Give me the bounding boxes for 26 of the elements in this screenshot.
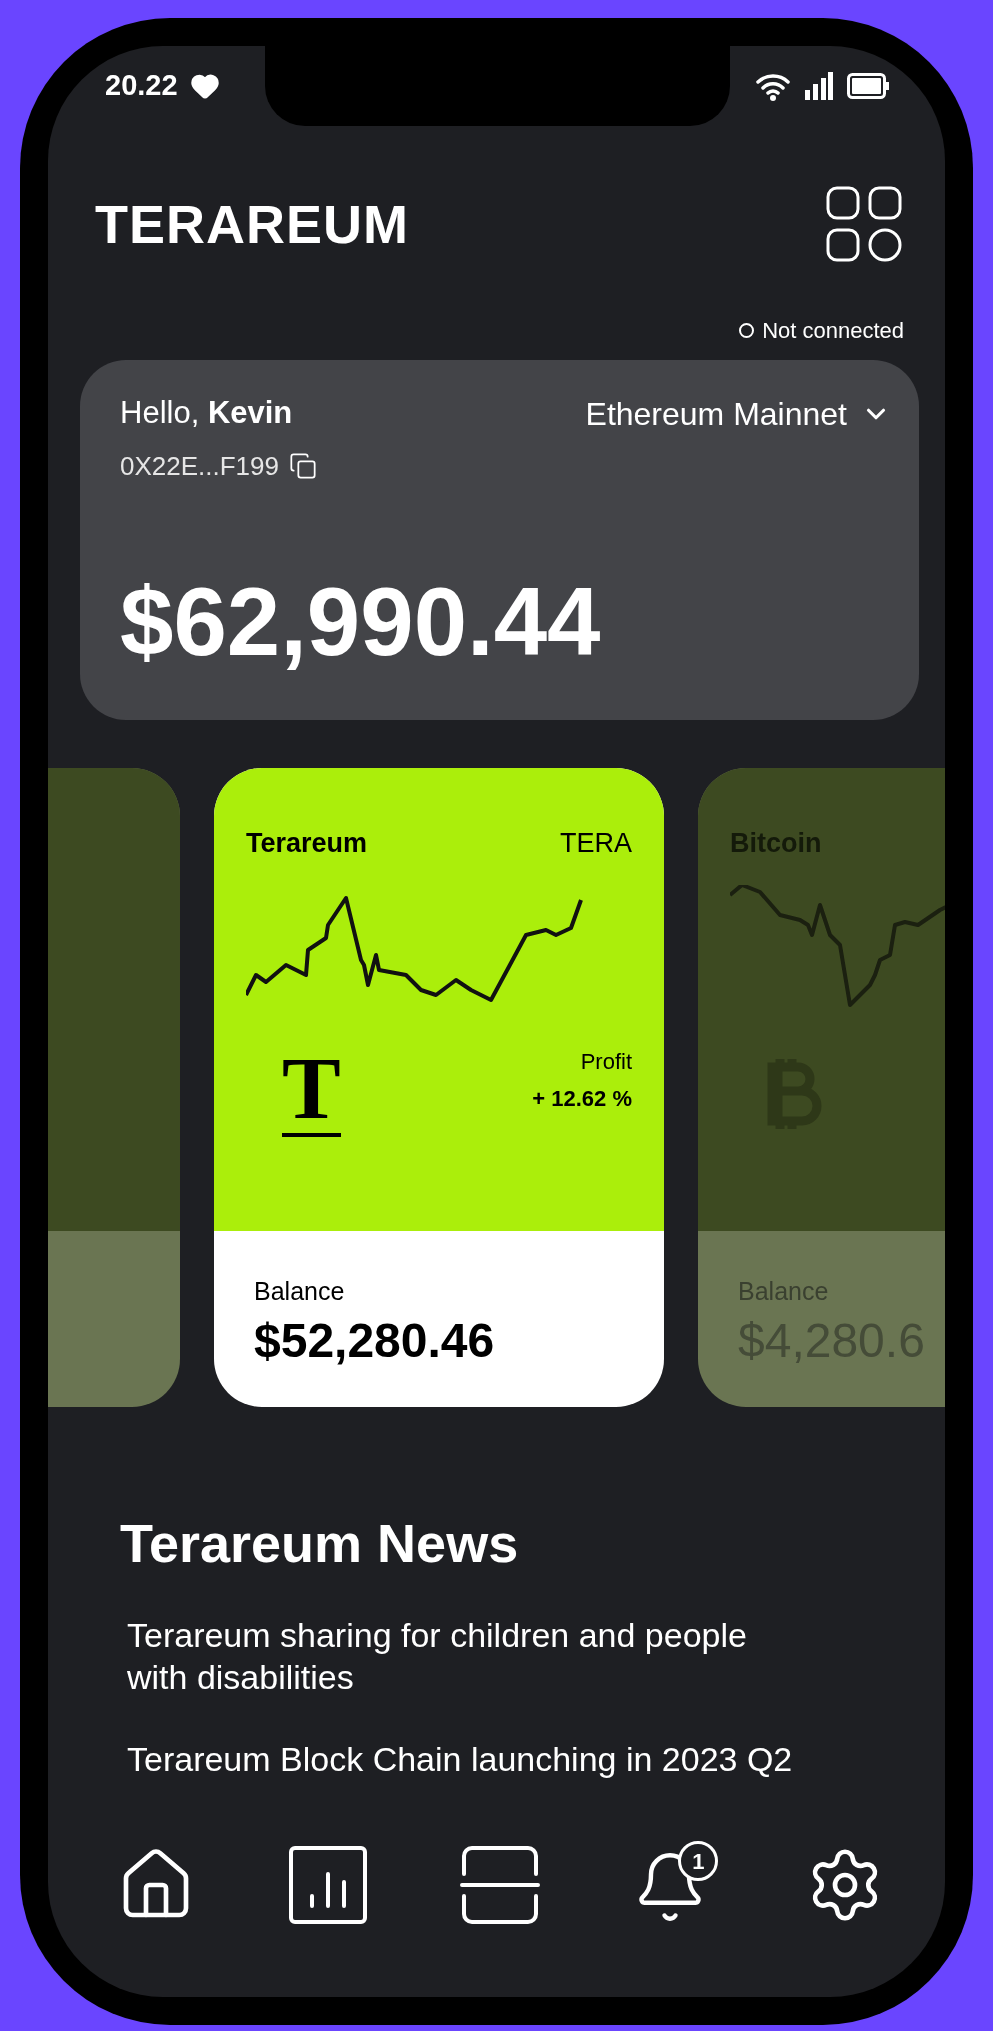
wallet-address: 0X22E...F199 bbox=[120, 449, 279, 483]
balance-amount: $52,280.46 bbox=[254, 1312, 496, 1369]
coin-name: Terareum bbox=[246, 826, 368, 860]
scan-icon[interactable] bbox=[459, 1846, 540, 1924]
status-time: 20.22 bbox=[105, 68, 178, 104]
signal-icon bbox=[805, 72, 833, 100]
bar-chart-icon[interactable] bbox=[288, 1846, 367, 1924]
coin-logo: T bbox=[282, 1045, 341, 1137]
news-item[interactable]: Terareum Block Chain launching in 2023 Q2 bbox=[127, 1738, 807, 1780]
coin-card[interactable]: Terareum TERA T Profit + 12.62 % Balance $52,280.46 bbox=[214, 768, 664, 1407]
news-heading: Terareum News bbox=[120, 1512, 520, 1575]
battery-icon bbox=[847, 73, 889, 99]
balance-label: Balance bbox=[254, 1276, 346, 1307]
notification-badge: 1 bbox=[678, 1841, 719, 1881]
wifi-icon bbox=[755, 71, 791, 101]
coin-ticker: TERA bbox=[560, 826, 632, 860]
network-selector[interactable]: Ethereum Mainnet bbox=[585, 390, 891, 438]
news-item[interactable]: Terareum sharing for children and people with disabilities bbox=[127, 1614, 807, 1698]
copy-icon[interactable] bbox=[289, 452, 317, 480]
profit-label: Profit bbox=[580, 1048, 632, 1076]
profit-value: + 12.62 % bbox=[532, 1085, 632, 1113]
greeting: Hello, Kevin bbox=[120, 394, 294, 432]
total-balance: $62,990.44 bbox=[120, 573, 602, 670]
apps-grid-icon[interactable] bbox=[826, 186, 902, 262]
connection-status: Not connected bbox=[762, 316, 904, 345]
app-title: TERAREUM bbox=[95, 192, 409, 256]
